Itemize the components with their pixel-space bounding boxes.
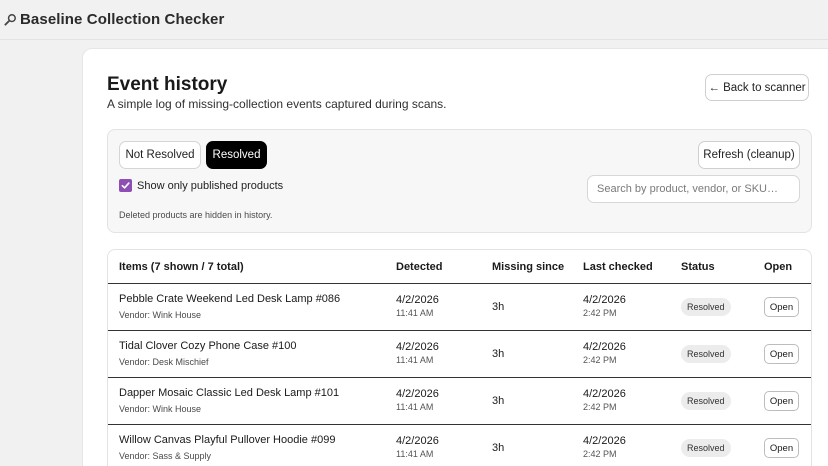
- search-input[interactable]: [587, 175, 800, 203]
- table-header: Items (7 shown / 7 total) Detected Missi…: [108, 250, 811, 284]
- status-badge: Resolved: [681, 439, 731, 457]
- table-row: Pebble Crate Weekend Led Desk Lamp #086 …: [108, 284, 811, 331]
- app-header: Baseline Collection Checker: [0, 0, 828, 40]
- checked-date: 4/2/2026: [583, 435, 626, 447]
- detected-time: 11:41 AM: [396, 449, 434, 459]
- detected-cell: 4/2/2026 11:41 AM: [396, 284, 439, 318]
- item-name: Tidal Clover Cozy Phone Case #100: [119, 340, 297, 352]
- published-only-label: Show only published products: [137, 179, 284, 192]
- detected-time: 11:41 AM: [396, 402, 434, 412]
- missing-since: 3h: [492, 348, 505, 360]
- resolved-tab[interactable]: Resolved: [206, 141, 267, 169]
- open-button[interactable]: Open: [764, 391, 799, 411]
- item-vendor: Vendor: Wink House: [119, 404, 202, 414]
- table-row: Willow Canvas Playful Pullover Hoodie #0…: [108, 425, 811, 466]
- missing-since: 3h: [492, 301, 505, 313]
- item-vendor: Vendor: Wink House: [119, 310, 202, 320]
- status-badge: Resolved: [681, 298, 731, 316]
- table-row: Tidal Clover Cozy Phone Case #100 Vendor…: [108, 331, 811, 378]
- checkmark-icon: [121, 182, 130, 189]
- checked-date: 4/2/2026: [583, 388, 626, 400]
- checked-time: 2:42 PM: [583, 402, 617, 412]
- last-checked-cell: 4/2/2026 2:42 PM: [583, 378, 626, 412]
- magnifier-icon: [4, 14, 16, 26]
- published-only-checkbox[interactable]: [119, 179, 132, 192]
- checked-date: 4/2/2026: [583, 341, 626, 353]
- detected-cell: 4/2/2026 11:41 AM: [396, 378, 439, 412]
- detected-date: 4/2/2026: [396, 294, 439, 306]
- filter-panel: Not Resolved Resolved Refresh (cleanup) …: [107, 129, 812, 233]
- detected-time: 11:41 AM: [396, 308, 434, 318]
- detected-cell: 4/2/2026 11:41 AM: [396, 331, 439, 365]
- published-only-toggle[interactable]: Show only published products: [119, 179, 283, 192]
- header-last-checked: Last checked: [583, 261, 653, 273]
- last-checked-cell: 4/2/2026 2:42 PM: [583, 331, 626, 365]
- table-row: Dapper Mosaic Classic Led Desk Lamp #101…: [108, 378, 811, 425]
- checked-time: 2:42 PM: [583, 449, 617, 459]
- detected-date: 4/2/2026: [396, 435, 439, 447]
- detected-cell: 4/2/2026 11:41 AM: [396, 425, 439, 459]
- open-button[interactable]: Open: [764, 297, 799, 317]
- missing-since: 3h: [492, 395, 505, 407]
- status-badge: Resolved: [681, 392, 731, 410]
- item-name: Willow Canvas Playful Pullover Hoodie #0…: [119, 434, 336, 446]
- header-status: Status: [681, 261, 715, 273]
- refresh-cleanup-button[interactable]: Refresh (cleanup): [698, 141, 800, 169]
- open-button[interactable]: Open: [764, 438, 799, 458]
- events-table: Items (7 shown / 7 total) Detected Missi…: [107, 249, 812, 466]
- missing-since: 3h: [492, 442, 505, 454]
- page-subtitle: A simple log of missing-collection event…: [107, 97, 447, 111]
- checked-date: 4/2/2026: [583, 294, 626, 306]
- item-name: Pebble Crate Weekend Led Desk Lamp #086: [119, 293, 341, 305]
- header-open: Open: [764, 261, 793, 273]
- detected-date: 4/2/2026: [396, 388, 439, 400]
- item-name: Dapper Mosaic Classic Led Desk Lamp #101: [119, 387, 340, 399]
- deleted-hint-text: Deleted products are hidden in history.: [119, 210, 273, 220]
- item-vendor: Vendor: Sass & Supply: [119, 451, 212, 461]
- item-vendor: Vendor: Desk Mischief: [119, 357, 209, 367]
- detected-time: 11:41 AM: [396, 355, 434, 365]
- header-items: Items (7 shown / 7 total): [119, 261, 244, 273]
- detected-date: 4/2/2026: [396, 341, 439, 353]
- not-resolved-tab[interactable]: Not Resolved: [119, 141, 201, 169]
- header-missing-since: Missing since: [492, 261, 565, 273]
- open-button[interactable]: Open: [764, 344, 799, 364]
- checked-time: 2:42 PM: [583, 355, 617, 365]
- app-title: Baseline Collection Checker: [20, 11, 225, 28]
- page-title: Event history: [107, 74, 228, 95]
- event-history-card: Event history A simple log of missing-co…: [82, 48, 828, 466]
- last-checked-cell: 4/2/2026 2:42 PM: [583, 284, 626, 318]
- last-checked-cell: 4/2/2026 2:42 PM: [583, 425, 626, 459]
- back-to-scanner-button[interactable]: ← Back to scanner: [705, 74, 809, 101]
- item-cell: Willow Canvas Playful Pullover Hoodie #0…: [119, 425, 335, 461]
- item-cell: Pebble Crate Weekend Led Desk Lamp #086 …: [119, 284, 340, 320]
- item-cell: Dapper Mosaic Classic Led Desk Lamp #101…: [119, 378, 339, 414]
- checked-time: 2:42 PM: [583, 308, 617, 318]
- item-cell: Tidal Clover Cozy Phone Case #100 Vendor…: [119, 331, 297, 367]
- status-badge: Resolved: [681, 345, 731, 363]
- header-detected: Detected: [396, 261, 443, 273]
